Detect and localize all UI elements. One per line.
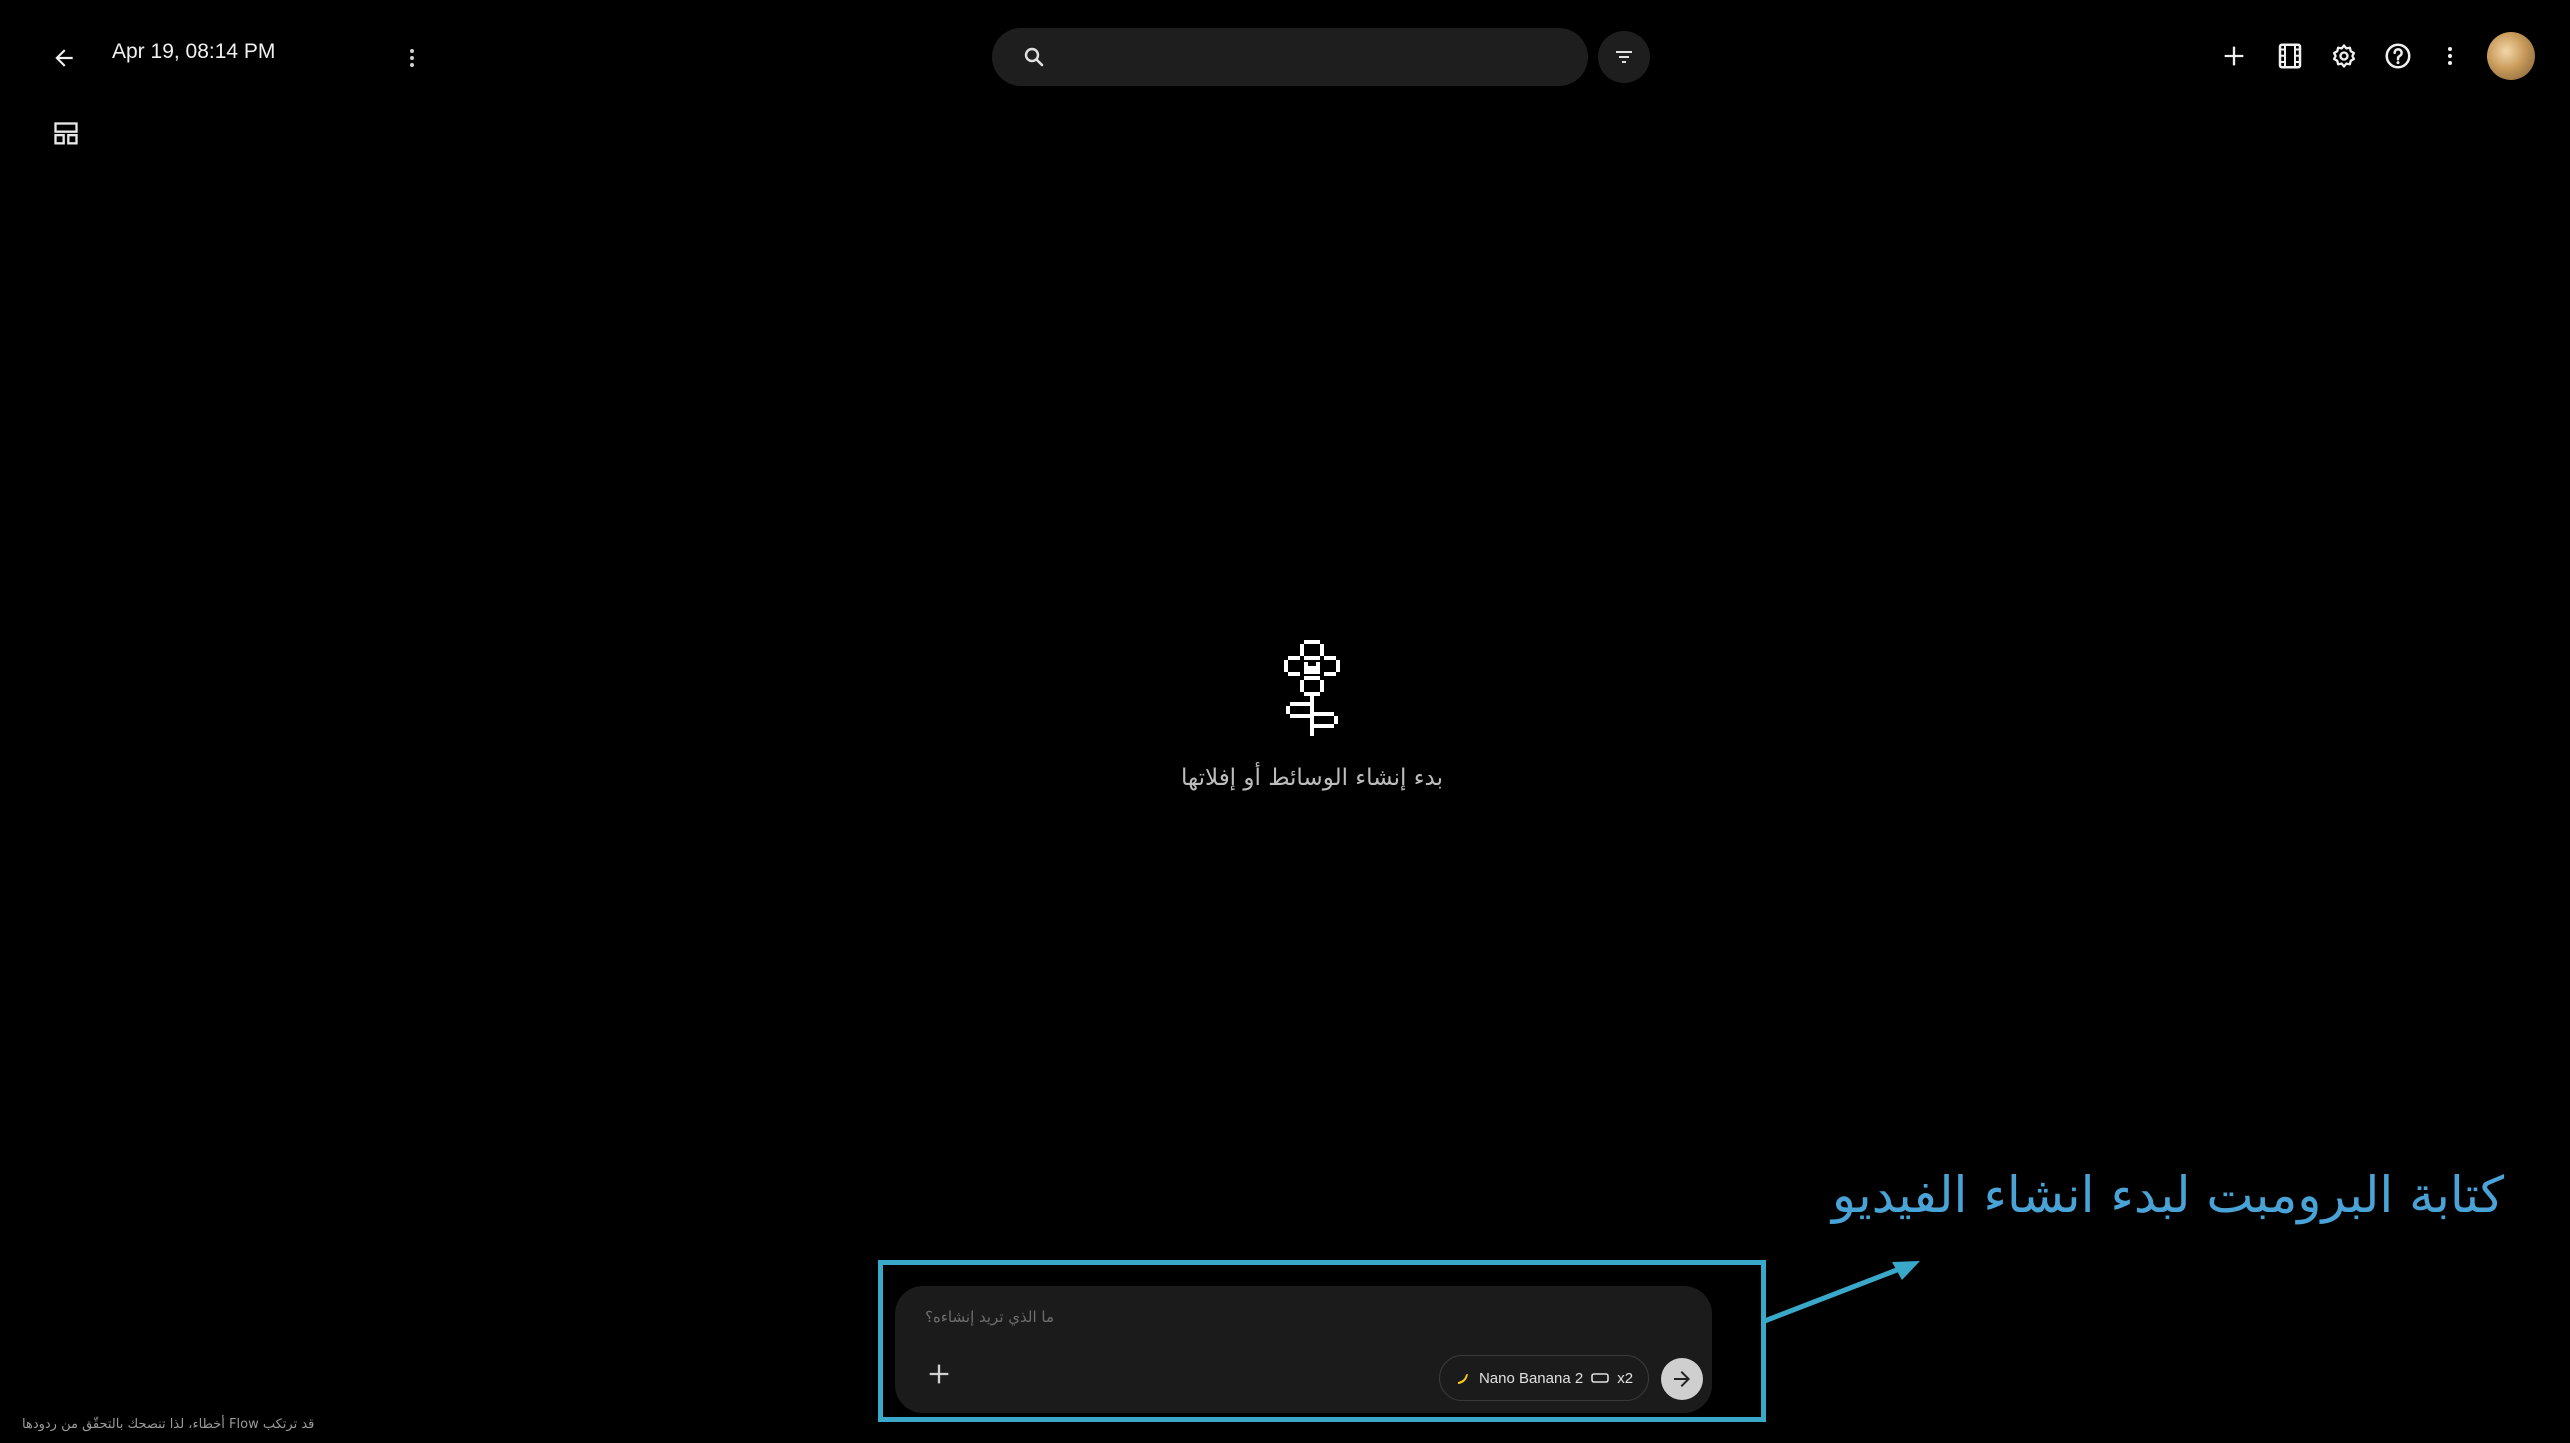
empty-state-text: بدء إنشاء الوسائط أو إفلاتها	[1180, 765, 1444, 791]
prompt-input[interactable]: ما الذي تريد إنشاءه؟	[925, 1308, 1054, 1326]
arrow-left-icon	[55, 49, 73, 67]
project-menu-button[interactable]	[392, 38, 432, 78]
help-button[interactable]	[2376, 34, 2420, 78]
app-window: Apr 19, 08:14 PM بدء إنشاء الوسائط أو إف…	[12, 4, 2570, 1443]
grid-view-icon	[54, 122, 78, 145]
avatar[interactable]	[2487, 32, 2535, 80]
plus-icon	[2224, 46, 2244, 66]
help-circle-icon	[2385, 43, 2411, 69]
empty-state: بدء إنشاء الوسائط أو إفلاتها	[1092, 636, 1532, 791]
more-vert-icon	[410, 49, 414, 67]
add-media-button[interactable]	[919, 1354, 959, 1394]
aspect-ratio-icon	[1591, 1373, 1610, 1383]
annotation-arrow-icon	[1761, 1261, 1920, 1325]
disclaimer-text: قد ترتكب Flow أخطاء، لذا تنصحك بالتحقّق …	[22, 1417, 315, 1432]
filter-button[interactable]	[1598, 31, 1650, 83]
project-title: Apr 19, 08:14 PM	[112, 40, 276, 63]
arrow-right-icon	[1674, 1371, 1690, 1387]
model-settings-chip[interactable]: Nano Banana 2 x2	[1439, 1355, 1649, 1401]
model-name: Nano Banana 2	[1478, 1369, 1584, 1387]
add-button[interactable]	[2212, 34, 2256, 78]
search-input[interactable]	[1062, 36, 1566, 80]
more-vert-icon	[2448, 47, 2452, 65]
back-button[interactable]	[42, 36, 86, 80]
view-toggle-button[interactable]	[46, 114, 86, 154]
gear-icon	[2332, 44, 2356, 68]
output-count: x2	[1617, 1369, 1634, 1387]
annotation-text: كتابة البرومبت لبدء انشاء الفيديو	[1831, 1166, 2504, 1224]
search-icon	[1024, 47, 1044, 67]
filter-icon	[1616, 51, 1632, 63]
prompt-composer[interactable]: ما الذي تريد إنشاءه؟ Nano Banana 2 x2	[895, 1286, 1712, 1413]
send-button[interactable]	[1661, 1358, 1703, 1400]
film-icon	[2278, 43, 2302, 69]
scenebuilder-button[interactable]	[2268, 34, 2312, 78]
settings-button[interactable]	[2322, 34, 2366, 78]
search-bar[interactable]	[992, 28, 1588, 86]
banana-icon	[1457, 1374, 1468, 1384]
more-button[interactable]	[2430, 34, 2470, 78]
pixel-flower-icon	[1284, 640, 1340, 736]
plus-icon	[929, 1364, 949, 1384]
